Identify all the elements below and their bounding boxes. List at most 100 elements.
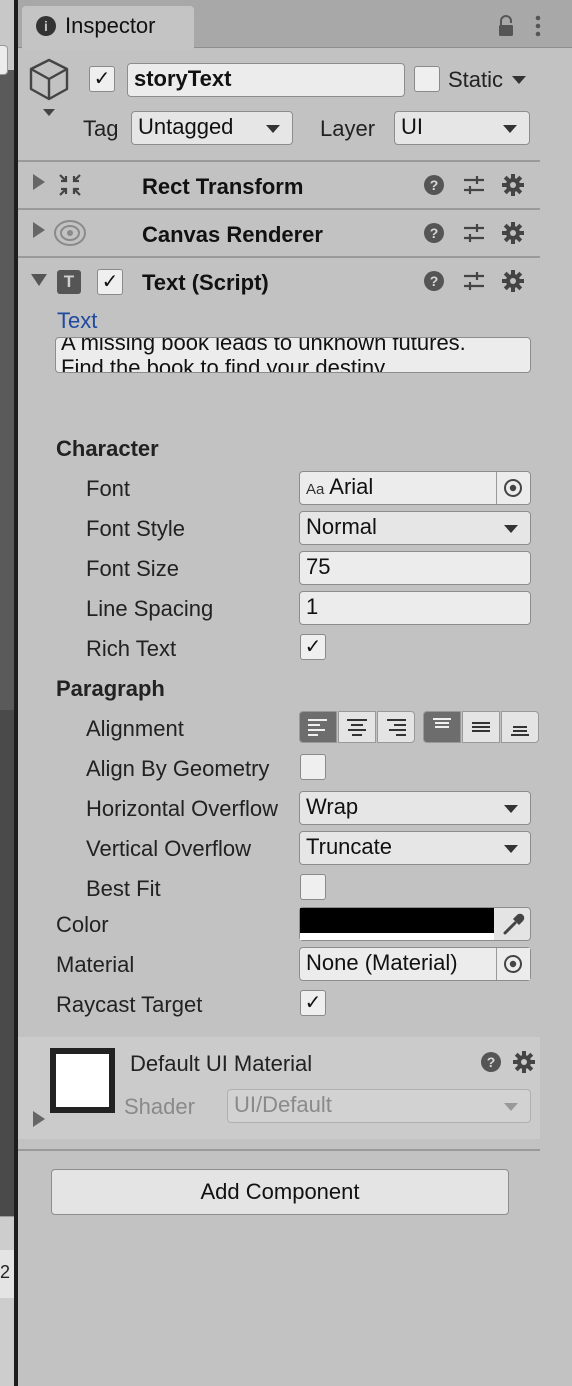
vertical-overflow-value: Truncate (306, 834, 393, 859)
align-middle-icon (472, 722, 490, 732)
left-panel-dark-area (0, 70, 14, 710)
align-geometry-checkbox[interactable] (300, 754, 326, 780)
expand-arrow-icon[interactable] (33, 222, 45, 238)
vertical-overflow-dropdown[interactable]: Truncate (299, 831, 531, 865)
tag-label: Tag (83, 116, 119, 141)
separator (18, 256, 540, 258)
object-name-field[interactable]: storyText (127, 63, 405, 97)
align-top-icon (433, 718, 451, 728)
canvas-renderer-icon (54, 220, 86, 246)
gear-icon[interactable] (501, 173, 525, 197)
left-panel-text-fragment: 2 (0, 1262, 11, 1282)
gear-icon[interactable] (501, 269, 525, 293)
help-icon[interactable]: ? (424, 175, 444, 195)
target-icon (504, 955, 522, 973)
material-name: Default UI Material (130, 1051, 313, 1076)
eyedropper-icon[interactable] (501, 911, 527, 937)
material-thumbnail[interactable] (50, 1048, 115, 1113)
chevron-down-icon (503, 125, 517, 133)
lock-icon[interactable] (497, 15, 515, 37)
left-panel-dark-area-lower (0, 710, 14, 1216)
raycast-target-checkbox[interactable]: ✓ (300, 990, 326, 1016)
help-icon[interactable]: ? (424, 223, 444, 243)
static-label[interactable]: Static (448, 67, 503, 93)
text-enabled-checkbox[interactable]: ✓ (97, 269, 123, 295)
layer-value: UI (401, 114, 423, 139)
expand-arrow-icon[interactable] (33, 174, 45, 190)
vertical-overflow-label: Vertical Overflow (86, 836, 252, 861)
font-style-value: Normal (306, 514, 377, 539)
gameobject-cube-icon[interactable] (28, 58, 72, 120)
align-center-button[interactable] (338, 711, 376, 743)
shader-value: UI/Default (234, 1092, 332, 1117)
align-middle-button[interactable] (462, 711, 500, 743)
more-options-icon[interactable] (530, 13, 546, 39)
expand-arrow-icon[interactable] (33, 1111, 45, 1127)
info-icon: i (36, 16, 56, 36)
text-content-line: Find the book to find your destiny (61, 355, 386, 373)
object-picker-button[interactable] (496, 472, 530, 504)
presets-icon[interactable] (462, 173, 486, 197)
static-dropdown-caret[interactable] (512, 76, 526, 84)
separator (18, 160, 540, 162)
align-right-icon (387, 719, 406, 736)
static-checkbox[interactable] (414, 66, 440, 92)
canvas-renderer-title[interactable]: Canvas Renderer (142, 222, 323, 248)
color-alpha-bar (300, 933, 494, 940)
tab-title: Inspector (65, 13, 156, 38)
material-label: Material (56, 952, 135, 977)
presets-icon[interactable] (462, 269, 486, 293)
separator (18, 208, 540, 210)
align-bottom-button[interactable] (501, 711, 539, 743)
tag-value: Untagged (138, 114, 234, 139)
chevron-down-icon (504, 805, 518, 813)
align-top-button[interactable] (423, 711, 461, 743)
align-geometry-label: Align By Geometry (86, 756, 270, 781)
character-header: Character (56, 436, 159, 461)
layer-dropdown[interactable]: UI (394, 111, 530, 145)
text-script-title[interactable]: Text (Script) (142, 270, 269, 296)
font-size-field[interactable]: 75 (299, 551, 531, 585)
horizontal-overflow-value: Wrap (306, 794, 359, 819)
line-spacing-field[interactable]: 1 (299, 591, 531, 625)
align-center-icon (347, 719, 367, 736)
gear-icon[interactable] (512, 1050, 536, 1074)
chevron-down-icon (504, 845, 518, 853)
color-swatch[interactable] (300, 908, 494, 933)
align-right-button[interactable] (377, 711, 415, 743)
line-spacing-label: Line Spacing (86, 596, 214, 621)
font-label: Font (86, 476, 131, 501)
text-content-area[interactable]: A missing book leads to unknown futures.… (55, 337, 531, 373)
font-asset-icon: Aa (306, 481, 325, 498)
chevron-down-icon (266, 125, 280, 133)
material-picker-button[interactable] (496, 948, 530, 980)
chevron-down-icon (504, 525, 518, 533)
align-left-icon (308, 719, 327, 736)
add-component-button[interactable]: Add Component (51, 1169, 509, 1215)
help-icon[interactable]: ? (481, 1052, 501, 1072)
font-style-label: Font Style (86, 516, 186, 541)
rich-text-label: Rich Text (86, 636, 177, 661)
help-icon[interactable]: ? (424, 271, 444, 291)
text-property-label: Text (57, 308, 98, 333)
best-fit-checkbox[interactable] (300, 874, 326, 900)
left-panel-light-area (0, 1216, 14, 1386)
text-content-line: A missing book leads to unknown futures. (61, 337, 466, 355)
rect-transform-title[interactable]: Rect Transform (142, 174, 303, 200)
left-panel-field-fragment (0, 45, 8, 75)
font-style-dropdown[interactable]: Normal (299, 511, 531, 545)
align-left-button[interactable] (299, 711, 337, 743)
separator (18, 1149, 540, 1151)
tag-dropdown[interactable]: Untagged (131, 111, 293, 145)
shader-label: Shader (124, 1094, 195, 1119)
gear-icon[interactable] (501, 221, 525, 245)
collapse-arrow-icon[interactable] (31, 274, 47, 286)
presets-icon[interactable] (462, 221, 486, 245)
horizontal-overflow-dropdown[interactable]: Wrap (299, 791, 531, 825)
rich-text-checkbox[interactable]: ✓ (300, 634, 326, 660)
horizontal-overflow-label: Horizontal Overflow (86, 796, 278, 821)
text-component-icon: T (57, 270, 81, 294)
alignment-label: Alignment (86, 716, 184, 741)
align-bottom-icon (511, 726, 529, 736)
active-checkbox[interactable]: ✓ (89, 66, 115, 92)
